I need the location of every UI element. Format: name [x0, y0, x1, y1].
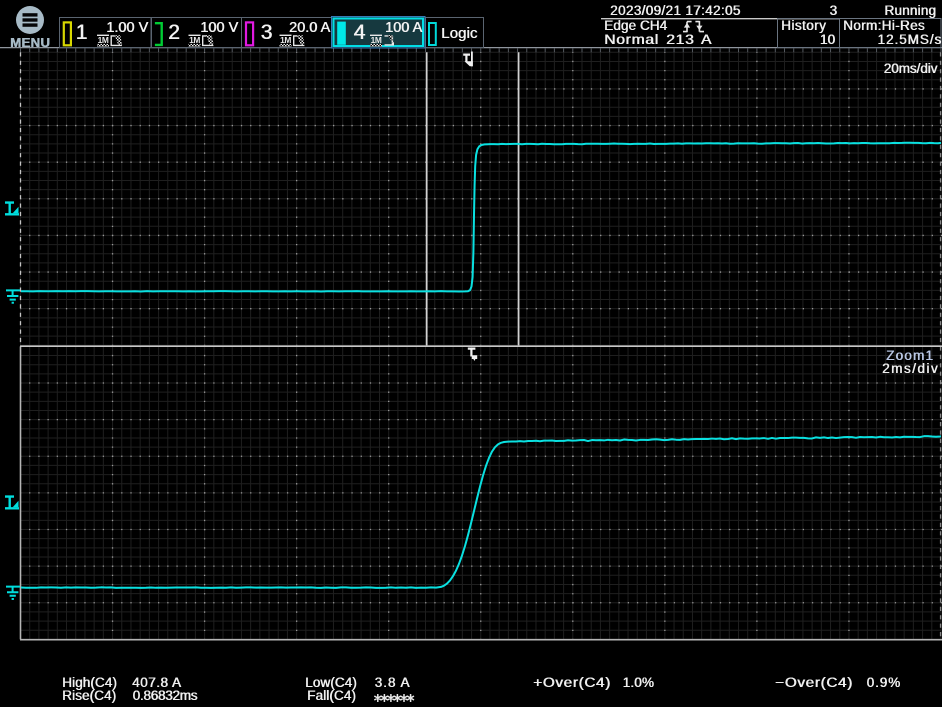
svg-text:1M: 1M [98, 35, 109, 45]
svg-text:1M: 1M [280, 35, 291, 45]
svg-text:1M: 1M [189, 35, 200, 45]
svg-text:1M: 1M [371, 35, 382, 45]
